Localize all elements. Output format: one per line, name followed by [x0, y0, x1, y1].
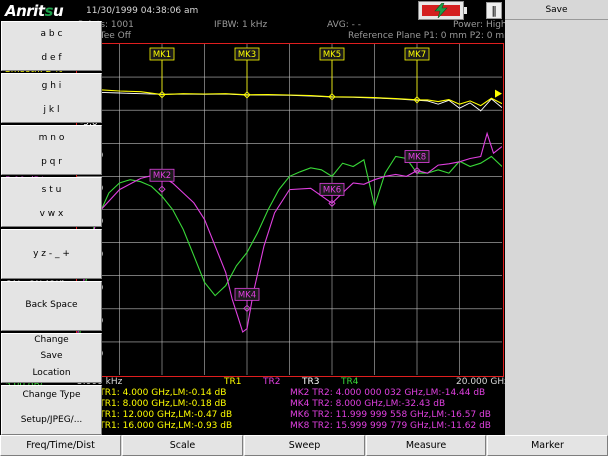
softkey-menu-title: Save [505, 0, 608, 20]
reference-arrow-right [495, 89, 502, 98]
menu-measure[interactable]: Measure [366, 435, 486, 456]
softkey-line: Setup/JPEG/... [20, 415, 83, 425]
softkey-change-type[interactable]: Change Type Setup/JPEG/... [1, 385, 102, 435]
main-menu-bar: Freq/Time/Dist Scale Sweep Measure Marke… [0, 435, 608, 456]
softkey-line: Save [40, 351, 63, 361]
softkey-ghi-jkl[interactable]: g h i j k l [1, 73, 102, 123]
softkey-line: v w x [39, 209, 64, 219]
softkey-line: g h i [41, 81, 62, 91]
softkey-change-save-location[interactable]: Change Save Location [1, 333, 102, 383]
softkey-line: Change Type [22, 390, 81, 400]
softkey-mno-pqr[interactable]: m n o p q r [1, 125, 102, 175]
softkey-line: Location [32, 368, 71, 378]
softkey-abc-def[interactable]: a b c d e f [1, 21, 102, 71]
marker-readout: MK4 TR2: 8.000 GHz,LM:-32.43 dB [290, 399, 446, 409]
marker-label: MK3 [238, 50, 256, 60]
softkey-panel [505, 0, 608, 435]
marker-readout: MK2 TR2: 4.000 000 032 GHz,LM:-14.44 dB [290, 388, 486, 398]
marker-label: MK7 [408, 50, 426, 60]
datetime: 11/30/1999 04:38:06 am [86, 6, 199, 16]
measurement-plot[interactable]: 5.00.0-5.0-10.0-15.0-20.0-25.0-30.0-35.0… [76, 43, 504, 377]
softkey-line: p q r [41, 157, 62, 167]
softkey-yz-symbols[interactable]: y z - _ + [1, 229, 102, 279]
legend-tr1: TR1 [224, 377, 242, 387]
softkey-line: j k l [43, 105, 60, 115]
softkey-line: s t u [41, 185, 62, 195]
menu-scale[interactable]: Scale [122, 435, 243, 456]
softkey-line: Change [34, 335, 69, 345]
menu-marker[interactable]: Marker [487, 435, 608, 456]
marker-label: MK5 [323, 50, 341, 60]
x-stop-label: 20.000 GHz [456, 377, 509, 387]
reference-plane-readout: Reference Plane P1: 0 mm P2: 0 mm [348, 31, 513, 41]
softkey-stu-vwx[interactable]: s t u v w x [1, 177, 102, 227]
ifbw-readout: IFBW: 1 kHz [214, 20, 268, 30]
softkey-line: m n o [38, 133, 65, 143]
legend-tr2: TR2 [263, 377, 281, 387]
softkey-line: a b c [40, 29, 63, 39]
marker-readout: MK8 TR2: 15.999 999 779 GHz,LM:-11.62 dB [290, 421, 491, 431]
power-readout: Power: High [453, 20, 507, 30]
marker-label: MK8 [408, 153, 426, 163]
avg-readout: AVG: - - [327, 20, 361, 30]
marker-label: MK2 [153, 171, 171, 181]
marker-label: MK6 [323, 185, 341, 195]
marker-label: MK1 [153, 50, 171, 60]
softkey-back-space[interactable]: Back Space [1, 281, 102, 331]
anritsu-logo: Anritsu [5, 2, 64, 20]
softkey-line: d e f [41, 53, 62, 63]
softkey-line: y z - _ + [33, 249, 70, 259]
marker-readout: MK6 TR2: 11.999 999 558 GHz,LM:-16.57 dB [290, 410, 491, 420]
menu-freq-time-dist[interactable]: Freq/Time/Dist [0, 435, 121, 456]
lock-icon: ‖ [486, 2, 502, 19]
marker-label: MK4 [238, 290, 256, 300]
legend-tr3: TR3 [302, 377, 320, 387]
battery-icon [418, 1, 464, 20]
legend-tr4: TR4 [341, 377, 359, 387]
menu-sweep[interactable]: Sweep [244, 435, 365, 456]
softkey-line: Back Space [25, 300, 78, 310]
